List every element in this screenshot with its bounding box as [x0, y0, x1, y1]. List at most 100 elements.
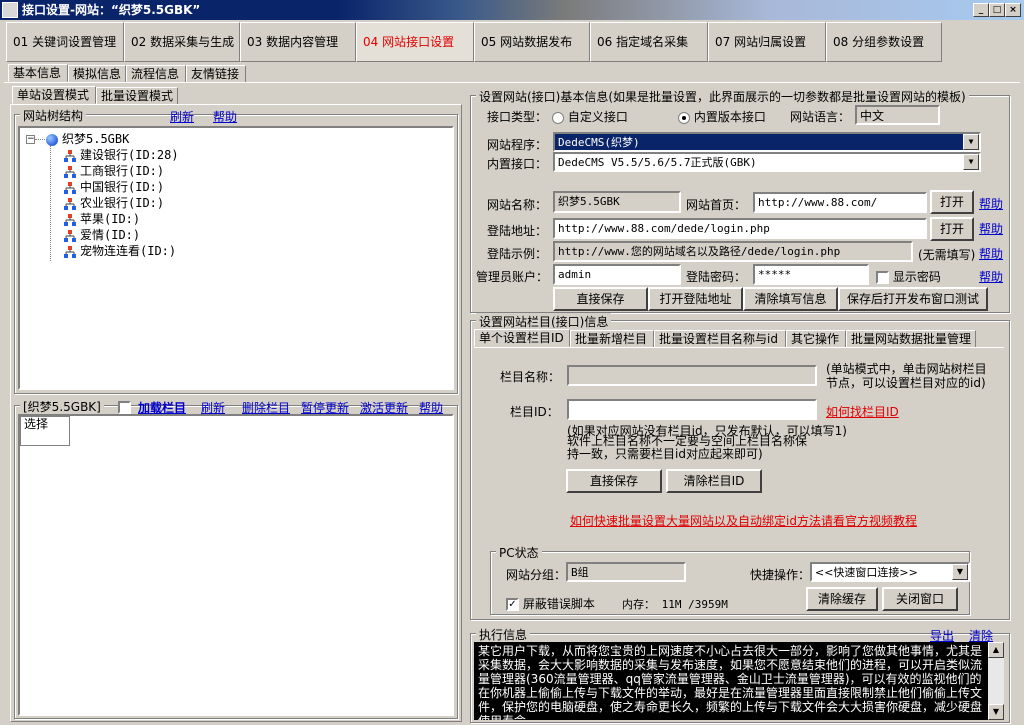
sitemap-icon [64, 197, 76, 210]
password-help-link[interactable]: 帮助 [979, 268, 1003, 285]
chevron-down-icon[interactable]: ▼ [963, 134, 979, 150]
tab-single-mode[interactable]: 单站设置模式 [12, 86, 96, 104]
chevron-down-icon[interactable]: ▼ [952, 564, 968, 580]
admin-account-field[interactable]: admin [553, 264, 681, 285]
column-list-item[interactable]: 选择 [20, 416, 70, 446]
site-group-field: B组 [566, 562, 686, 582]
tree-item[interactable]: 农业银行(ID:) [64, 195, 164, 211]
pc-status-legend: PC状态 [496, 544, 542, 561]
tab-other-ops[interactable]: 其它操作 [786, 330, 846, 348]
tab-group-params[interactable]: 08 分组参数设置 [826, 22, 942, 62]
tab-simulate-info[interactable]: 模拟信息 [68, 65, 126, 83]
tree-collapse-icon[interactable]: − [26, 135, 35, 144]
quick-ops-select[interactable]: <<快速窗口连接>> ▼ [810, 562, 970, 582]
tree-item[interactable]: 中国银行(ID:) [64, 179, 164, 195]
save-and-test-button[interactable]: 保存后打开发布窗口测试 [838, 287, 988, 311]
home-help-link[interactable]: 帮助 [979, 195, 1003, 212]
close-window-button[interactable]: 关闭窗口 [882, 587, 958, 611]
tab-site-ownership[interactable]: 07 网站归属设置 [708, 22, 826, 62]
radio-builtin-interface[interactable]: 内置版本接口 [678, 108, 766, 125]
find-column-id-link[interactable]: 如何找栏目ID [826, 403, 899, 420]
site-name-field[interactable]: 织梦5.5GBK [553, 191, 681, 213]
show-password-checkbox[interactable]: 显示密码 [876, 268, 941, 285]
radio-icon [678, 111, 690, 124]
tree-item[interactable]: 爱情(ID:) [64, 227, 140, 243]
admin-account-label: 管理员账户： [476, 270, 549, 284]
tab-friend-links[interactable]: 友情链接 [186, 65, 246, 83]
column-id-label: 栏目ID： [510, 405, 559, 419]
tab-batch-data-manage[interactable]: 批量网站数据批量管理 [846, 330, 976, 348]
app-icon [2, 2, 18, 18]
clear-column-id-button[interactable]: 清除栏目ID [666, 469, 762, 493]
tree-help-link[interactable]: 帮助 [213, 108, 237, 125]
column-list: 选择 [18, 414, 454, 716]
execution-log[interactable]: 某它用户下载，从而将您宝贵的上网速度不小心占去很大一部分，影响了您做其他事情，尤… [474, 642, 988, 720]
tree-line [35, 139, 45, 140]
window-title: 接口设置-网站：“织梦5.5GBK” [22, 3, 201, 17]
open-login-url-button[interactable]: 打开登陆地址 [648, 287, 743, 311]
login-example-label: 登陆示例： [487, 247, 548, 261]
sitemap-icon [64, 245, 76, 258]
load-column-checkbox[interactable] [118, 400, 131, 414]
tab-batch-mode[interactable]: 批量设置模式 [96, 87, 178, 105]
tab-domain-collect[interactable]: 06 指定域名采集 [590, 22, 708, 62]
example-help-link[interactable]: 帮助 [979, 245, 1003, 262]
column-note-2: 软件上栏目名称不一定要与空间上栏目名称保持一致，只需要栏目id对应起来即可) [567, 434, 808, 461]
checkbox-checked-icon: ✓ [506, 598, 519, 611]
builtin-interface-select[interactable]: DedeCMS V5.5/5.6/5.7正式版(GBK) ▼ [553, 152, 981, 172]
close-button[interactable]: × [1005, 3, 1021, 17]
clear-info-button[interactable]: 清除填写信息 [743, 287, 838, 311]
tree-item[interactable]: 苹果(ID:) [64, 211, 140, 227]
tab-basic-info[interactable]: 基本信息 [8, 64, 68, 82]
login-password-field[interactable]: ***** [753, 264, 869, 285]
open-login-button[interactable]: 打开 [930, 217, 974, 241]
tab-flow-info[interactable]: 流程信息 [126, 65, 186, 83]
tree-item[interactable]: 工商银行(ID:) [64, 163, 164, 179]
tab-data-publish[interactable]: 05 网站数据发布 [474, 22, 590, 62]
site-language-value: 中文 [855, 105, 940, 125]
quick-ops-label: 快捷操作： [750, 568, 811, 582]
open-home-button[interactable]: 打开 [930, 190, 974, 214]
tab-keyword-settings[interactable]: 01 关键词设置管理 [6, 22, 124, 62]
column-id-field[interactable] [567, 399, 817, 420]
login-password-label: 登陆密码： [686, 270, 747, 284]
site-home-field[interactable]: http://www.88.com/ [753, 192, 927, 213]
column-name-field[interactable] [567, 365, 817, 386]
tutorial-link[interactable]: 如何快速批量设置大量网站以及自动绑定id方法请看官方视频教程 [570, 512, 917, 529]
sitemap-icon [64, 181, 76, 194]
tab-data-collection[interactable]: 02 数据采集与生成 [124, 22, 240, 62]
tree-line-vertical [50, 145, 51, 261]
tree-root[interactable]: 织梦5.5GBK [46, 131, 129, 147]
tab-content-management[interactable]: 03 数据内容管理 [240, 22, 356, 62]
tab-batch-add-column[interactable]: 批量新增栏目 [570, 330, 654, 348]
scroll-up-icon[interactable]: ▲ [988, 642, 1004, 658]
tab-batch-column-name-id[interactable]: 批量设置栏目名称与id [654, 330, 786, 348]
tab-site-interface[interactable]: 04 网站接口设置 [356, 22, 474, 62]
tree-item[interactable]: 宠物连连看(ID:) [64, 243, 176, 259]
tree-item[interactable]: 建设银行(ID:28) [64, 147, 179, 163]
tree-refresh-link[interactable]: 刷新 [170, 108, 194, 125]
save-column-button[interactable]: 直接保存 [566, 469, 662, 493]
site-program-select[interactable]: DedeCMS(织梦) ▼ [553, 132, 981, 152]
globe-icon [46, 133, 58, 146]
column-name-hint: (单站模式中，单击网站树栏目节点，可以设置栏目对应的id) [826, 362, 987, 390]
tab-single-column-id[interactable]: 单个设置栏目ID [474, 329, 570, 347]
sub-tab-divider [4, 82, 1020, 83]
minimize-button[interactable]: _ [973, 3, 989, 17]
column-settings-legend: 设置网站栏目(接口)信息 [476, 313, 612, 330]
site-tree: − 织梦5.5GBK 建设银行(ID:28) 工商银行(ID:) 中国银行(ID… [18, 126, 454, 390]
clear-cache-button[interactable]: 清除缓存 [806, 587, 878, 611]
chevron-down-icon[interactable]: ▼ [963, 154, 979, 170]
maximize-button[interactable]: □ [989, 3, 1005, 17]
login-help-link[interactable]: 帮助 [979, 220, 1003, 237]
log-scrollbar[interactable]: ▲ ▼ [988, 642, 1004, 720]
radio-custom-interface[interactable]: 自定义接口 [552, 108, 628, 125]
scroll-down-icon[interactable]: ▼ [988, 704, 1004, 720]
save-basic-button[interactable]: 直接保存 [553, 287, 648, 311]
tree-legend: 网站树结构 [20, 107, 87, 124]
memory-status: 内存： 11M /3959M [622, 598, 728, 611]
mask-errors-checkbox[interactable]: ✓ 屏蔽错误脚本 [506, 595, 595, 612]
site-group-label: 网站分组： [506, 568, 567, 582]
login-url-field[interactable]: http://www.88.com/dede/login.php [553, 218, 927, 239]
radio-icon [552, 111, 564, 124]
